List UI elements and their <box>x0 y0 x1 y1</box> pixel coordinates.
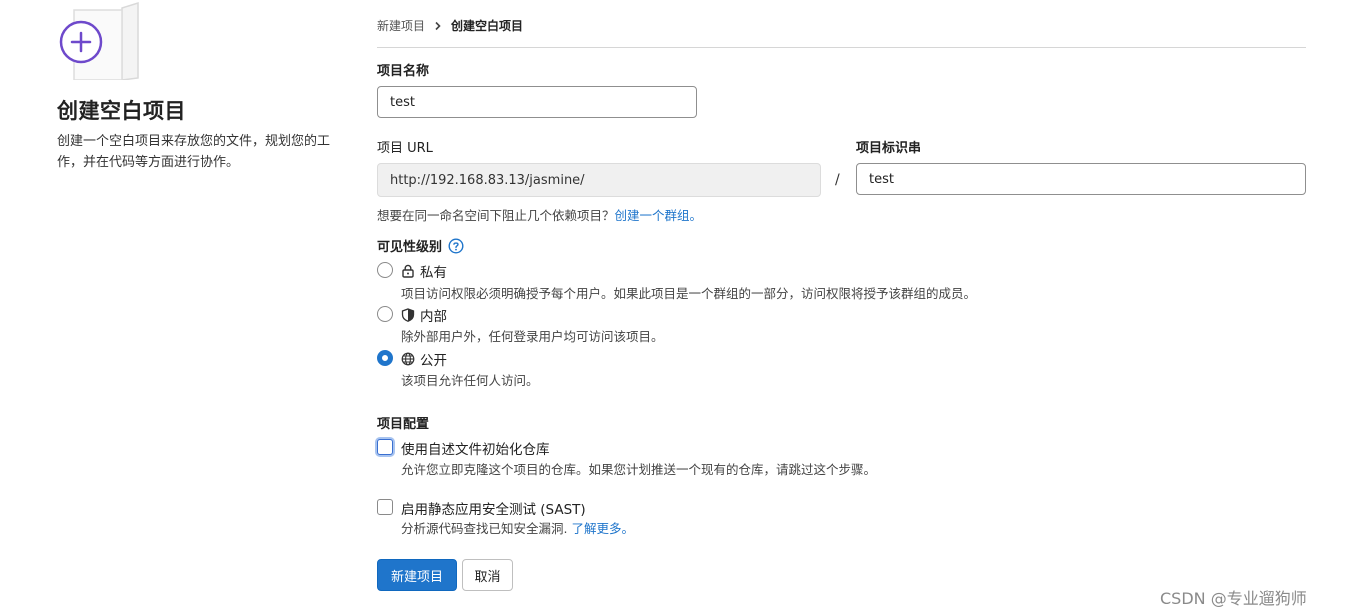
breadcrumb: 新建项目 创建空白项目 <box>377 17 523 34</box>
visibility-internal-desc: 除外部用户外，任何登录用户均可访问该项目。 <box>401 329 664 344</box>
cancel-button[interactable]: 取消 <box>462 559 513 591</box>
project-url-field: http://192.168.83.13/jasmine/ <box>377 163 821 197</box>
visibility-public-option[interactable]: 公开 <box>401 349 447 369</box>
project-slug-label: 项目标识串 <box>856 141 922 156</box>
visibility-internal-option[interactable]: 内部 <box>401 305 447 325</box>
visibility-private-desc: 项目访问权限必须明确授予每个用户。如果此项目是一个群组的一部分，访问权限将授予该… <box>401 286 977 301</box>
create-project-button[interactable]: 新建项目 <box>377 559 457 591</box>
shield-icon <box>401 308 415 322</box>
enable-sast-desc-text: 分析源代码查找已知安全漏洞. <box>401 521 568 536</box>
globe-icon <box>401 352 415 366</box>
visibility-label-text: 可见性级别 <box>377 240 443 255</box>
group-hint-text: 想要在同一命名空间下阻止几个依赖项目？ <box>377 208 615 223</box>
project-config-label: 项目配置 <box>377 417 430 432</box>
visibility-public-radio[interactable] <box>377 350 393 366</box>
init-readme-title[interactable]: 使用自述文件初始化仓库 <box>401 438 550 458</box>
question-circle-icon[interactable] <box>448 237 464 254</box>
visibility-public-desc: 该项目允许任何人访问。 <box>401 373 539 388</box>
divider <box>377 47 1306 48</box>
visibility-private-radio[interactable] <box>377 262 393 278</box>
chevron-right-icon <box>435 21 441 30</box>
visibility-public-title: 公开 <box>420 353 447 369</box>
visibility-label: 可见性级别 <box>377 236 464 255</box>
init-readme-checkbox[interactable] <box>377 439 393 455</box>
new-project-illustration <box>59 1 139 80</box>
visibility-private-title: 私有 <box>420 265 447 281</box>
intro-description: 创建一个空白项目来存放您的文件，规划您的工作，并在代码等方面进行协作。 <box>57 134 331 170</box>
group-hint: 想要在同一命名空间下阻止几个依赖项目？创建一个群组。 <box>377 205 702 224</box>
init-readme-desc: 允许您立即克隆这个项目的仓库。如果您计划推送一个现有的仓库，请跳过这个步骤。 <box>401 462 877 477</box>
enable-sast-title[interactable]: 启用静态应用安全测试 (SAST) <box>401 498 586 518</box>
breadcrumb-new-project[interactable]: 新建项目 <box>377 17 425 34</box>
visibility-private-option[interactable]: 私有 <box>401 261 447 281</box>
learn-more-link[interactable]: 了解更多。 <box>571 521 634 536</box>
url-separator: / <box>835 172 840 188</box>
watermark: CSDN @专业遛狗师 <box>1160 589 1307 608</box>
create-group-link[interactable]: 创建一个群组。 <box>615 208 703 223</box>
intro-title: 创建空白项目 <box>57 99 186 123</box>
lock-icon <box>402 264 414 278</box>
visibility-internal-title: 内部 <box>420 309 447 325</box>
project-url-label: 项目 URL <box>377 141 433 156</box>
project-name-label: 项目名称 <box>377 64 430 79</box>
visibility-internal-radio[interactable] <box>377 306 393 322</box>
project-name-value: test <box>390 94 415 110</box>
project-slug-value: test <box>869 171 894 187</box>
project-name-input[interactable]: test <box>377 86 697 118</box>
project-url-value: http://192.168.83.13/jasmine/ <box>390 172 585 188</box>
breadcrumb-current: 创建空白项目 <box>451 19 524 33</box>
enable-sast-checkbox[interactable] <box>377 499 393 515</box>
enable-sast-desc: 分析源代码查找已知安全漏洞. 了解更多。 <box>401 518 634 537</box>
project-slug-input[interactable]: test <box>856 163 1306 195</box>
